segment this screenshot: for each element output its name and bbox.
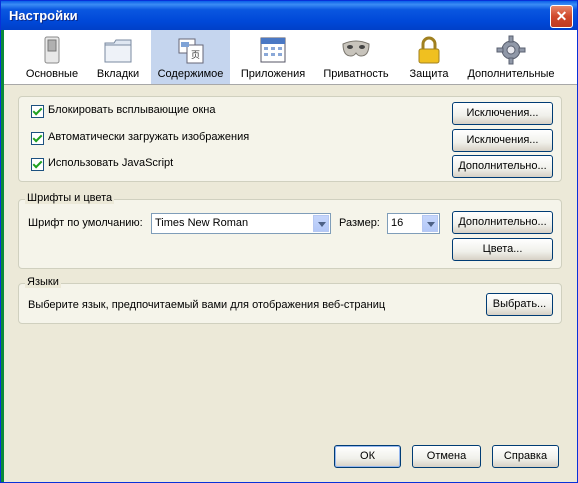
chevron-down-icon[interactable]	[422, 215, 438, 232]
settings-window: Настройки ✕ Основные Вкладки 页 Содержимо…	[0, 0, 578, 483]
gear-icon	[496, 35, 526, 65]
default-font-select[interactable]: Times New Roman	[151, 213, 331, 234]
title-bar[interactable]: Настройки ✕	[1, 1, 577, 30]
window-title: Настройки	[9, 8, 78, 23]
block-popups-label: Блокировать всплывающие окна	[48, 104, 216, 116]
close-button[interactable]: ✕	[550, 5, 573, 28]
chevron-down-icon[interactable]	[313, 215, 329, 232]
switch-icon	[44, 36, 60, 64]
tab-general[interactable]: Основные	[19, 30, 85, 84]
tab-content[interactable]: 页 Содержимое	[151, 30, 230, 84]
tab-privacy-label: Приватность	[323, 68, 389, 80]
default-font-label: Шрифт по умолчанию:	[28, 217, 143, 229]
help-button[interactable]: Справка	[492, 445, 559, 468]
ok-button[interactable]: ОК	[334, 445, 401, 468]
load-images-checkbox[interactable]	[31, 132, 44, 145]
popups-exceptions-button[interactable]: Исключения...	[452, 102, 553, 125]
font-size-value: 16	[391, 217, 404, 229]
images-exceptions-button[interactable]: Исключения...	[452, 129, 553, 152]
block-popups-checkbox[interactable]	[31, 105, 44, 118]
category-toolbar: Основные Вкладки 页 Содержимое Приложения…	[1, 30, 577, 85]
languages-group: Языки Выберите язык, предпочитаемый вами…	[18, 276, 562, 324]
mask-icon	[342, 40, 370, 57]
fonts-group-label: Шрифты и цвета	[25, 192, 115, 204]
languages-description: Выберите язык, предпочитаемый вами для о…	[28, 299, 386, 311]
tab-advanced[interactable]: Дополнительные	[463, 30, 559, 84]
content-icon: 页	[178, 38, 203, 64]
load-images-label: Автоматически загружать изображения	[48, 131, 250, 143]
tab-tabs[interactable]: Вкладки	[85, 30, 151, 84]
default-font-value: Times New Roman	[155, 217, 249, 229]
tab-general-label: Основные	[25, 68, 79, 80]
tab-applications[interactable]: Приложения	[233, 30, 313, 84]
font-size-select[interactable]: 16	[387, 213, 440, 234]
svg-text:页: 页	[191, 50, 200, 61]
fonts-advanced-button[interactable]: Дополнительно...	[452, 211, 553, 234]
javascript-advanced-button[interactable]: Дополнительно...	[452, 155, 553, 178]
tab-applications-label: Приложения	[240, 68, 306, 80]
close-icon: ✕	[555, 8, 568, 24]
tab-privacy[interactable]: Приватность	[317, 30, 395, 84]
font-size-label: Размер:	[339, 217, 380, 229]
content-options-group: Блокировать всплывающие окна Исключения.…	[18, 96, 562, 182]
tab-security-label: Защита	[409, 68, 449, 80]
folder-icon	[104, 39, 132, 63]
choose-language-button[interactable]: Выбрать...	[486, 293, 553, 316]
window-edge	[1, 30, 4, 482]
tab-content-label: Содержимое	[157, 68, 224, 80]
tab-advanced-label: Дополнительные	[467, 68, 555, 80]
enable-javascript-label: Использовать JavaScript	[48, 157, 174, 169]
lock-icon	[418, 36, 440, 64]
enable-javascript-checkbox[interactable]	[31, 158, 44, 171]
languages-group-label: Языки	[25, 276, 61, 288]
colors-button[interactable]: Цвета...	[452, 238, 553, 261]
fonts-colors-group: Шрифты и цвета Шрифт по умолчанию: Times…	[18, 192, 562, 269]
tab-security[interactable]: Защита	[399, 30, 459, 84]
calendar-icon	[260, 37, 286, 63]
cancel-button[interactable]: Отмена	[412, 445, 481, 468]
tab-tabs-label: Вкладки	[96, 68, 140, 80]
